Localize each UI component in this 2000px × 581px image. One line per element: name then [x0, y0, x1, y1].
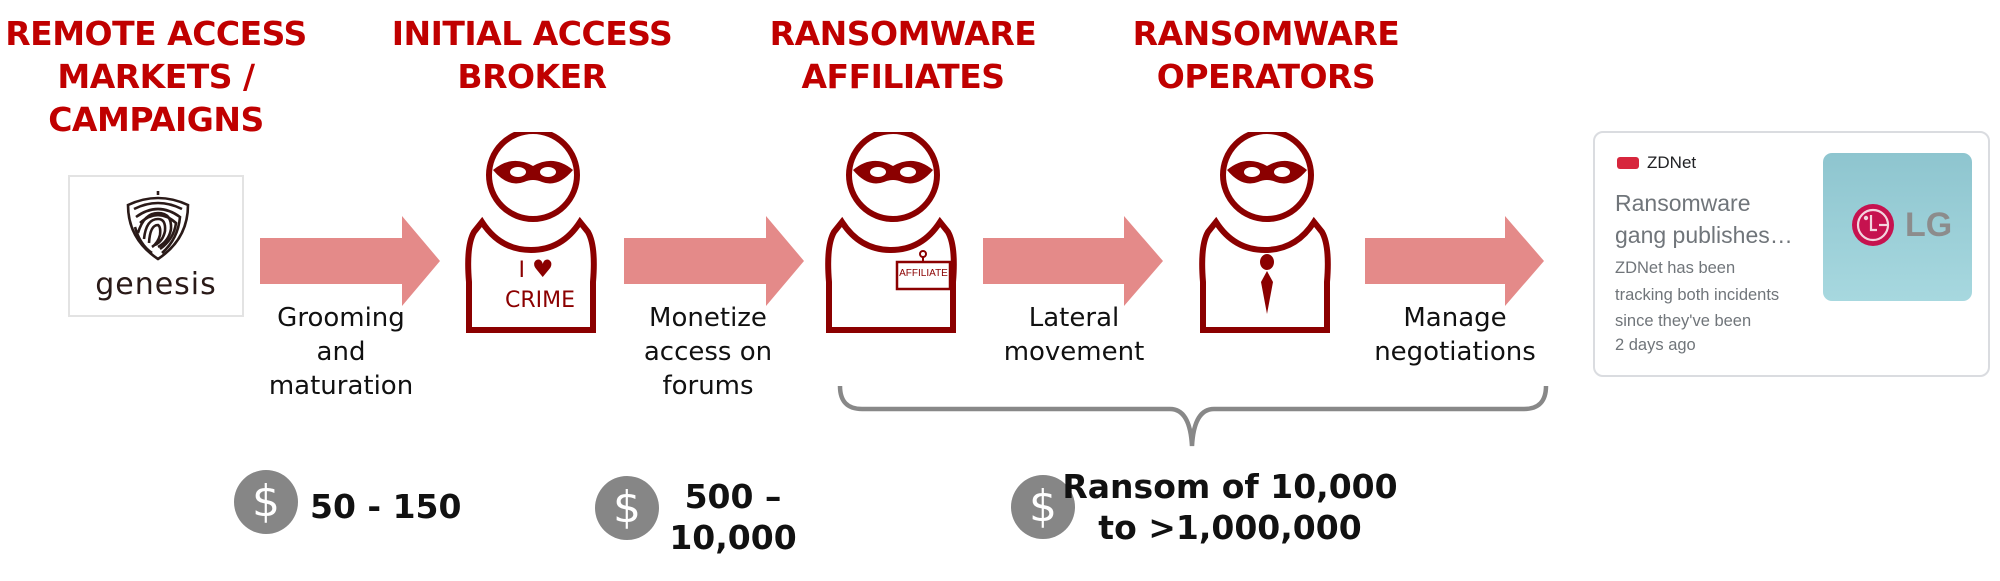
label-line: Manage	[1403, 303, 1507, 333]
label-line: forums	[662, 371, 754, 401]
headline-line: gang publishes…	[1615, 222, 1793, 248]
price-ransom: Ransom of 10,000 to >1,000,000	[1062, 466, 1397, 548]
label-line: negotiations	[1374, 337, 1536, 367]
dollar-icon: $	[234, 470, 298, 534]
label-line: movement	[1003, 337, 1145, 367]
news-card[interactable]: ZDNet Ransomware gang publishes… ZDNet h…	[1593, 131, 1990, 377]
label-line: and	[316, 337, 366, 367]
arrow-2	[624, 216, 804, 306]
price-line: to >1,000,000	[1098, 508, 1362, 547]
zdnet-logo-icon	[1617, 157, 1639, 169]
news-source: ZDNet	[1647, 153, 1697, 172]
headline-line: Ransomware	[1615, 190, 1751, 216]
shirt-word-i: I	[518, 258, 525, 283]
news-timestamp: 2 days ago	[1615, 336, 1696, 354]
price-line: Ransom of 10,000	[1062, 467, 1398, 506]
step-label-lateral-movement: Lateral movement	[1004, 301, 1145, 369]
label-line: Grooming	[277, 303, 405, 333]
price-line: 50 - 150	[310, 487, 462, 526]
grouping-brace	[837, 385, 1549, 447]
news-snippet: ZDNet has been tracking both incidents s…	[1615, 255, 1825, 335]
label-line: Lateral	[1028, 303, 1120, 333]
label-line: access on	[643, 337, 773, 367]
label-line: maturation	[268, 371, 414, 401]
snippet-line: since they've been	[1615, 312, 1752, 330]
snippet-line: ZDNet has been	[1615, 259, 1736, 277]
snippet-line: tracking both incidents	[1615, 285, 1780, 304]
news-headline[interactable]: Ransomware gang publishes…	[1615, 187, 1815, 251]
affiliate-figure-icon	[825, 132, 957, 333]
lg-logo-text: LG	[1905, 206, 1953, 244]
step-label-grooming: Grooming and maturation	[269, 301, 413, 403]
price-broker-market: 50 - 150	[310, 486, 461, 527]
arrow-3	[983, 216, 1163, 306]
arrow-4	[1365, 216, 1544, 306]
price-line: 10,000	[669, 518, 797, 557]
news-thumbnail[interactable]: LG	[1823, 153, 1972, 301]
step-label-monetize: Monetize access on forums	[644, 301, 772, 403]
broker-shirt-text: I ♥ CRIME	[505, 254, 576, 316]
operator-figure-icon	[1199, 132, 1331, 333]
affiliate-badge-text: AFFILIATE	[899, 268, 948, 279]
price-line: 500 –	[684, 477, 782, 516]
dollar-icon: $	[595, 476, 659, 540]
label-line: Monetize	[649, 303, 767, 333]
lg-logo-icon	[1852, 204, 1894, 246]
step-label-manage-negotiations: Manage negotiations	[1374, 301, 1536, 369]
arrow-1	[260, 216, 440, 306]
shirt-word-crime: CRIME	[505, 288, 576, 313]
price-initial-access: 500 – 10,000	[669, 476, 796, 558]
heart-icon: ♥	[531, 255, 554, 283]
